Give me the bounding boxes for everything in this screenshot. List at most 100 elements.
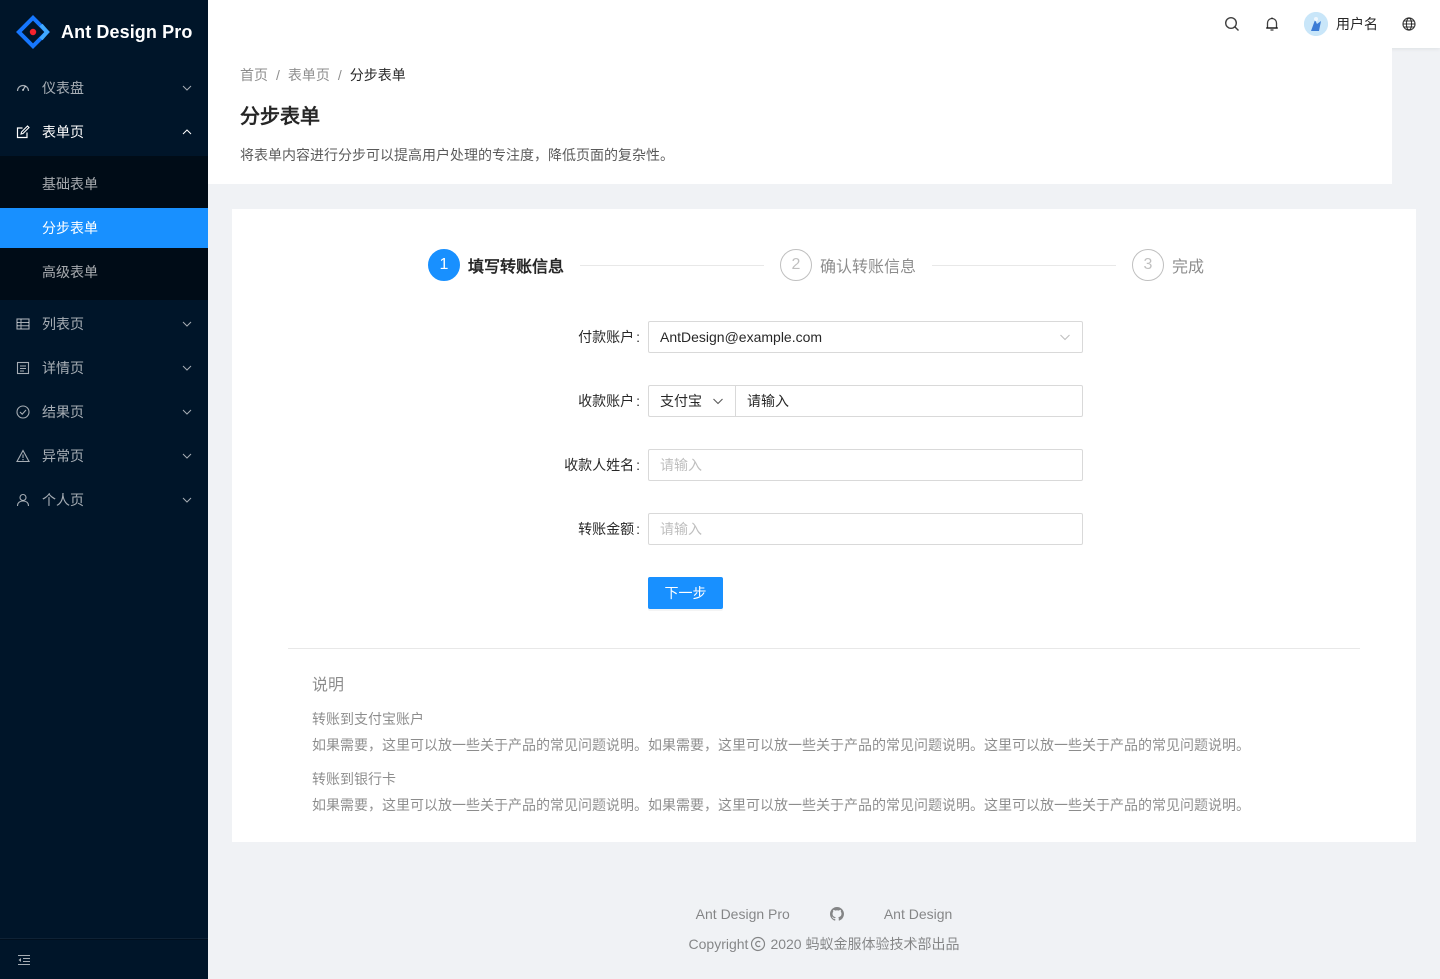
breadcrumb: 首页 / 表单页 / 分步表单 — [240, 64, 1360, 86]
label-text: 收款账户 — [578, 393, 635, 409]
sidebar-item-advanced-form[interactable]: 高级表单 — [0, 252, 208, 292]
search-icon — [1224, 16, 1239, 31]
footer-links: Ant Design Pro Ant Design — [208, 903, 1440, 925]
footer-link-ant-design[interactable]: Ant Design — [884, 906, 952, 922]
form-row-receiver-account: 收款账户: 支付宝 请输入 — [232, 385, 1416, 417]
menu-collapse-button[interactable] — [0, 939, 208, 979]
account-type-select[interactable]: 支付宝 — [648, 385, 735, 417]
step-connector — [932, 264, 1116, 266]
pay-account-label: 付款账户: — [578, 329, 640, 345]
placeholder: 请输入 — [660, 457, 702, 473]
chevron-down-icon — [182, 321, 192, 327]
step-number: 2 — [780, 249, 812, 281]
header-user-menu[interactable]: 用户名 — [1292, 0, 1390, 48]
receiver-name-label: 收款人姓名: — [564, 457, 640, 473]
logo[interactable]: Ant Design Pro — [0, 0, 208, 64]
chevron-down-icon — [182, 365, 192, 371]
notes-heading: 转账到银行卡 — [312, 771, 396, 787]
avatar — [1304, 12, 1328, 36]
copyright-label: Copyright — [688, 936, 749, 952]
form-row-receiver-name: 收款人姓名: 请输入 — [232, 449, 1416, 481]
notes-section: 说明 转账到支付宝账户 如果需要，这里可以放一些关于产品的常见问题说明。如果需要… — [312, 674, 1352, 828]
sidebar-item-dashboard[interactable]: 仪表盘 — [0, 68, 208, 108]
sidebar-item-account[interactable]: 个人页 — [0, 480, 208, 520]
language-select-button[interactable] — [1390, 0, 1428, 48]
step-title: 确认转账信息 — [820, 259, 917, 276]
sidebar-item-label: 结果页 — [42, 404, 84, 420]
label-text: 付款账户 — [578, 329, 635, 345]
breadcrumb-form[interactable]: 表单页 — [288, 65, 330, 85]
copyright: Copyright 2020 蚂蚁金服体验技术部出品 — [208, 933, 1440, 955]
select-value: AntDesign@example.com — [660, 329, 823, 345]
chevron-up-icon — [182, 129, 192, 135]
steps: 1 填写转账信息 2 确认转账信息 3 完成 — [428, 249, 1220, 281]
username: 用户名 — [1336, 16, 1378, 32]
github-icon — [829, 907, 844, 921]
amount-input[interactable]: 请输入 — [648, 513, 1083, 545]
amount-label: 转账金额: — [578, 521, 640, 537]
receiver-name-input[interactable]: 请输入 — [648, 449, 1083, 481]
step-3: 3 完成 — [1132, 249, 1220, 281]
notes-heading: 转账到支付宝账户 — [312, 711, 424, 727]
notes-title: 说明 — [312, 677, 345, 694]
chevron-down-icon — [713, 398, 723, 405]
next-step-button[interactable]: 下一步 — [648, 577, 723, 609]
breadcrumb-separator: / — [276, 67, 280, 83]
sidebar: Ant Design Pro 仪表盘 表单页 基础表单 分步表单 高级表单 列表… — [0, 0, 208, 979]
notes-text: 如果需要，这里可以放一些关于产品的常见问题说明。如果需要，这里可以放一些关于产品… — [312, 737, 1250, 753]
step-title: 完成 — [1172, 259, 1205, 276]
step-number: 1 — [428, 249, 460, 281]
sidebar-item-profile[interactable]: 详情页 — [0, 348, 208, 388]
warning-icon — [16, 449, 30, 463]
check-circle-icon — [16, 405, 30, 419]
global-footer: Ant Design Pro Ant Design Copyright 2020… — [208, 903, 1440, 955]
table-icon — [16, 317, 30, 331]
receiver-account-label: 收款账户: — [578, 393, 640, 409]
footer-link-github[interactable] — [829, 907, 844, 921]
app-title: Ant Design Pro — [61, 21, 193, 42]
sidebar-item-label: 分步表单 — [42, 220, 98, 236]
sidebar-item-exception[interactable]: 异常页 — [0, 436, 208, 476]
sidebar-item-label: 列表页 — [42, 316, 84, 332]
page-header: 首页 / 表单页 / 分步表单 分步表单 将表单内容进行分步可以提高用户处理的专… — [208, 48, 1392, 184]
form-icon — [16, 125, 30, 139]
sidebar-item-label: 异常页 — [42, 448, 84, 464]
sidebar-item-label: 个人页 — [42, 492, 84, 508]
sidebar-item-result[interactable]: 结果页 — [0, 392, 208, 432]
sidebar-item-form[interactable]: 表单页 — [0, 112, 208, 152]
chevron-down-icon — [1060, 334, 1070, 341]
step-form-card: 1 填写转账信息 2 确认转账信息 3 完成 付款账户: AntDesign@e… — [232, 209, 1416, 842]
receiver-account-input[interactable]: 请输入 — [735, 385, 1083, 417]
global-header: 用户名 — [208, 0, 1440, 48]
form-row-amount: 转账金额: 请输入 — [232, 513, 1416, 545]
chevron-down-icon — [182, 453, 192, 459]
form-row-pay-account: 付款账户: AntDesign@example.com — [232, 321, 1416, 353]
footer-link-ant-design-pro[interactable]: Ant Design Pro — [696, 906, 790, 922]
notes-text: 如果需要，这里可以放一些关于产品的常见问题说明。如果需要，这里可以放一些关于产品… — [312, 797, 1250, 813]
select-value: 支付宝 — [660, 393, 702, 409]
sidebar-item-label: 表单页 — [42, 124, 84, 140]
step-1: 1 填写转账信息 — [428, 249, 780, 281]
user-icon — [16, 493, 30, 507]
sidebar-item-label: 高级表单 — [42, 264, 98, 280]
globe-icon — [1402, 17, 1416, 31]
header-notice-button[interactable] — [1252, 0, 1292, 48]
sidebar-item-step-form[interactable]: 分步表单 — [0, 208, 208, 248]
copyright-text: 2020 蚂蚁金服体验技术部出品 — [770, 936, 960, 952]
divider — [288, 648, 1360, 649]
breadcrumb-home[interactable]: 首页 — [240, 65, 268, 85]
sidebar-item-basic-form[interactable]: 基础表单 — [0, 164, 208, 204]
chevron-down-icon — [182, 409, 192, 415]
step-title: 填写转账信息 — [468, 259, 565, 276]
sidebar-item-list[interactable]: 列表页 — [0, 304, 208, 344]
header-search-button[interactable] — [1212, 0, 1252, 48]
pay-account-select[interactable]: AntDesign@example.com — [648, 321, 1083, 353]
receiver-account-group: 支付宝 请输入 — [648, 385, 1083, 417]
ant-design-logo-icon — [16, 15, 50, 49]
sidebar-item-label: 详情页 — [42, 360, 84, 376]
placeholder: 请输入 — [747, 393, 789, 409]
step-connector — [580, 264, 764, 266]
sidebar-item-label: 仪表盘 — [42, 80, 84, 96]
step-2: 2 确认转账信息 — [780, 249, 1132, 281]
chevron-down-icon — [182, 85, 192, 91]
